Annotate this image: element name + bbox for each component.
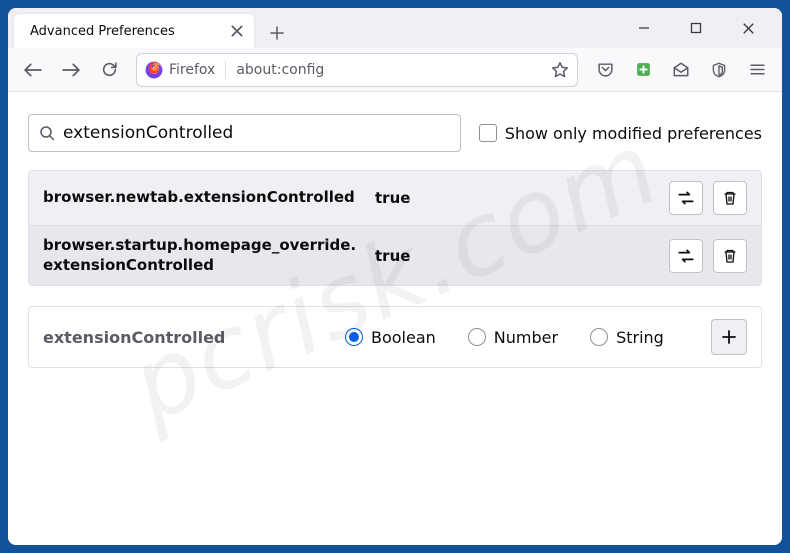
preference-value: true [375,189,659,207]
site-identity-label: Firefox [169,62,215,78]
account-icon[interactable] [664,53,698,87]
maximize-button[interactable] [676,14,716,42]
preferences-table: browser.newtab.extensionControlled true … [28,170,762,286]
new-preference-name: extensionControlled [43,328,335,347]
trash-icon [722,248,738,264]
preference-actions [669,181,747,215]
preference-name: browser.startup.homepage_override.extens… [43,236,365,275]
bookmark-star-icon[interactable] [551,61,569,79]
radio-icon [590,328,608,346]
preference-actions [669,239,747,273]
browser-window: Advanced Preferences [8,8,782,545]
radio-icon [468,328,486,346]
forward-button[interactable] [54,53,88,87]
url-text: about:config [226,62,551,78]
about-config-content: extensionControlled Show only modified p… [8,92,782,545]
delete-button[interactable] [713,239,747,273]
plus-icon [721,329,737,345]
search-icon [39,125,55,141]
show-modified-checkbox[interactable]: Show only modified preferences [479,124,762,143]
browser-tab[interactable]: Advanced Preferences [14,14,254,48]
url-bar[interactable]: Firefox about:config [136,53,578,87]
close-icon[interactable] [230,24,244,38]
preference-value: true [375,247,659,265]
trash-icon [722,190,738,206]
reload-button[interactable] [92,53,126,87]
radio-icon [345,328,363,346]
navigation-toolbar: Firefox about:config [8,48,782,92]
firefox-logo-icon [145,61,163,79]
toggle-icon [677,247,695,265]
search-input[interactable]: extensionControlled [28,114,461,152]
new-preference-section: extensionControlled Boolean Number Strin… [28,306,762,368]
checkbox-icon [479,124,497,142]
pocket-icon[interactable] [588,53,622,87]
menu-icon[interactable] [740,53,774,87]
preference-name: browser.newtab.extensionControlled [43,188,365,208]
window-controls [624,14,776,48]
type-radio-group: Boolean Number String [345,328,701,347]
toggle-button[interactable] [669,239,703,273]
back-button[interactable] [16,53,50,87]
show-modified-label: Show only modified preferences [505,124,762,143]
add-preference-button[interactable] [711,319,747,355]
preference-row: browser.newtab.extensionControlled true [29,171,761,225]
toggle-button[interactable] [669,181,703,215]
protections-icon[interactable] [702,53,736,87]
site-identity[interactable]: Firefox [145,61,226,79]
tab-title: Advanced Preferences [30,24,230,39]
preference-row: browser.startup.homepage_override.extens… [29,225,761,285]
search-value: extensionControlled [63,123,233,143]
new-tab-button[interactable] [262,18,292,48]
tab-strip: Advanced Preferences [8,8,782,48]
radio-number[interactable]: Number [468,328,558,347]
delete-button[interactable] [713,181,747,215]
search-row: extensionControlled Show only modified p… [28,114,762,152]
extension-icon[interactable] [626,53,660,87]
close-window-button[interactable] [728,14,768,42]
minimize-button[interactable] [624,14,664,42]
toggle-icon [677,189,695,207]
radio-boolean[interactable]: Boolean [345,328,436,347]
radio-string[interactable]: String [590,328,664,347]
